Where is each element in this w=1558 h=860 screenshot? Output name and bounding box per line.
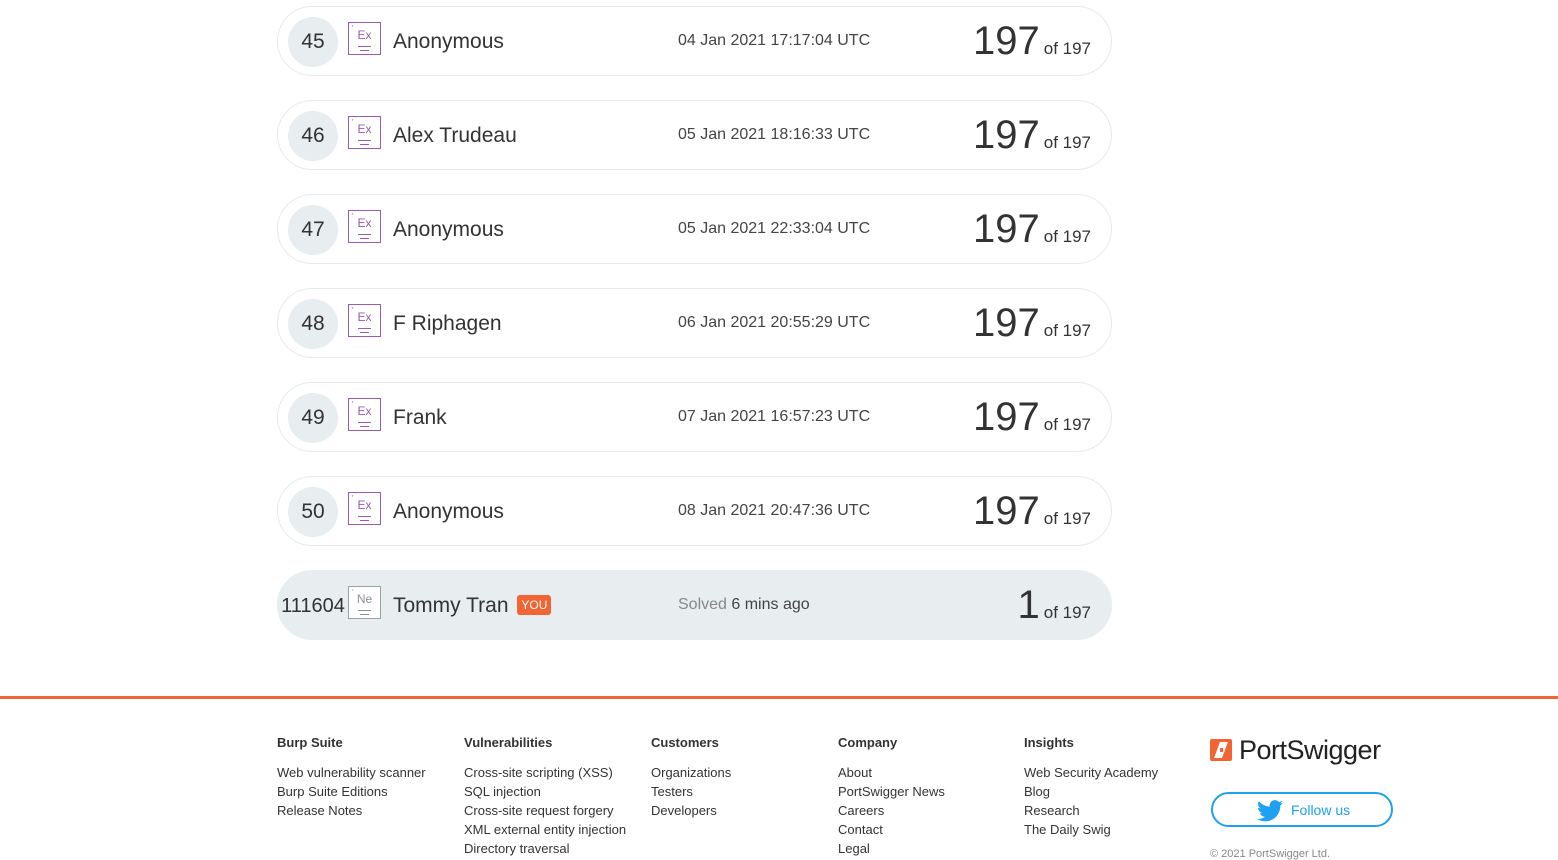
user-name-text: Tommy Tran — [393, 594, 509, 617]
footer-divider — [0, 696, 1558, 699]
user-name: Anonymous — [393, 30, 504, 53]
element-badge-icon: ' Ex — [348, 398, 381, 431]
solved-label: Solved — [678, 596, 727, 613]
rank-number: 49 — [288, 393, 338, 443]
element-badge-icon: ' Ex — [348, 304, 381, 337]
solved-time-value: 6 mins ago — [731, 596, 810, 613]
follow-us-button[interactable]: Follow us — [1211, 792, 1393, 827]
score: 197 of 197 — [972, 301, 1091, 345]
footer-link[interactable]: About — [838, 763, 945, 782]
footer-heading: Company — [838, 735, 898, 750]
rank-number: 45 — [288, 17, 338, 67]
footer-column-burp-suite: Burp Suite Web vulnerability scanner Bur… — [277, 735, 426, 820]
twitter-bird-icon — [1257, 800, 1283, 822]
footer-column-company: Company About PortSwigger News Careers C… — [838, 735, 945, 858]
element-badge-icon: ' Ex — [348, 492, 381, 525]
copyright: © 2021 PortSwigger Ltd. — [1210, 848, 1331, 860]
leaderboard-row: 50 ' Ex Anonymous 08 Jan 2021 20:47:36 UT… — [277, 476, 1112, 546]
leaderboard-row: 46 ' Ex Alex Trudeau 05 Jan 2021 18:16:33… — [277, 100, 1112, 170]
user-name: Frank — [393, 406, 447, 429]
footer-column-vulnerabilities: Vulnerabilities Cross-site scripting (XS… — [464, 735, 626, 858]
footer-link[interactable]: Web vulnerability scanner — [277, 763, 426, 782]
element-badge-icon: ' Ne — [348, 586, 381, 619]
leaderboard-row: 45 ' Ex Anonymous 04 Jan 2021 17:17:04 UT… — [277, 6, 1112, 76]
footer-heading: Insights — [1024, 735, 1074, 750]
solved-time: Solved 6 mins ago — [678, 596, 810, 614]
leaderboard-row: 47 ' Ex Anonymous 05 Jan 2021 22:33:04 UT… — [277, 194, 1112, 264]
logo-text: PortSwigger — [1239, 735, 1381, 765]
footer-link[interactable]: Burp Suite Editions — [277, 782, 426, 801]
score: 197 of 197 — [972, 395, 1091, 439]
leaderboard-row: 48 ' Ex F Riphagen 06 Jan 2021 20:55:29 U… — [277, 288, 1112, 358]
footer-link[interactable]: The Daily Swig — [1024, 820, 1158, 839]
rank-number: 50 — [288, 487, 338, 537]
score: 197 of 197 — [972, 207, 1091, 251]
portswigger-logo-icon — [1210, 739, 1232, 761]
footer-link[interactable]: SQL injection — [464, 782, 626, 801]
leaderboard-row: 49 ' Ex Frank 07 Jan 2021 16:57:23 UTC 19… — [277, 382, 1112, 452]
rank-number: 47 — [288, 205, 338, 255]
footer-column-insights: Insights Web Security Academy Blog Resea… — [1024, 735, 1158, 839]
footer-link[interactable]: Blog — [1024, 782, 1158, 801]
rank-number: 46 — [288, 111, 338, 161]
rank-number: 48 — [288, 299, 338, 349]
score: 1 of 197 — [1017, 583, 1091, 627]
completion-date: 05 Jan 2021 22:33:04 UTC — [678, 220, 871, 237]
completion-date: 06 Jan 2021 20:55:29 UTC — [678, 314, 871, 331]
element-badge-icon: ' Ex — [348, 22, 381, 55]
score: 197 of 197 — [972, 489, 1091, 533]
element-badge-icon: ' Ex — [348, 210, 381, 243]
rank-number: 111604 — [281, 595, 345, 617]
footer-link[interactable]: Cross-site request forgery — [464, 801, 626, 820]
completion-date: 05 Jan 2021 18:16:33 UTC — [678, 126, 871, 143]
completion-date: 04 Jan 2021 17:17:04 UTC — [678, 32, 871, 49]
footer-link[interactable]: Cross-site scripting (XSS) — [464, 763, 626, 782]
footer-heading: Burp Suite — [277, 735, 343, 750]
footer-link[interactable]: Developers — [651, 801, 731, 820]
footer-link[interactable]: PortSwigger News — [838, 782, 945, 801]
footer-link[interactable]: Research — [1024, 801, 1158, 820]
footer-link[interactable]: Careers — [838, 801, 945, 820]
score: 197 of 197 — [972, 113, 1091, 157]
you-badge: YOU — [517, 595, 552, 615]
footer-link[interactable]: Release Notes — [277, 801, 426, 820]
footer-heading: Customers — [651, 735, 719, 750]
footer-link[interactable]: Organizations — [651, 763, 731, 782]
user-name: Alex Trudeau — [393, 124, 517, 147]
user-name: Tommy Tran YOU — [393, 594, 552, 618]
completion-date: 07 Jan 2021 16:57:23 UTC — [678, 408, 871, 425]
element-badge-icon: ' Ex — [348, 116, 381, 149]
completion-date: 08 Jan 2021 20:47:36 UTC — [678, 502, 871, 519]
footer-link[interactable]: Contact — [838, 820, 945, 839]
footer-heading: Vulnerabilities — [464, 735, 553, 750]
user-name: F Riphagen — [393, 312, 502, 335]
score: 197 of 197 — [972, 19, 1091, 63]
current-user-row: 111604 ' Ne Tommy Tran YOU Solved 6 mins … — [277, 570, 1112, 640]
user-name: Anonymous — [393, 500, 504, 523]
footer-link[interactable]: Testers — [651, 782, 731, 801]
footer-link[interactable]: Legal — [838, 839, 945, 858]
follow-us-label: Follow us — [1291, 802, 1351, 818]
footer-link[interactable]: Web Security Academy — [1024, 763, 1158, 782]
footer-link[interactable]: Directory traversal — [464, 839, 626, 858]
user-name: Anonymous — [393, 218, 504, 241]
footer-link[interactable]: XML external entity injection — [464, 820, 626, 839]
footer-column-customers: Customers Organizations Testers Develope… — [651, 735, 731, 820]
